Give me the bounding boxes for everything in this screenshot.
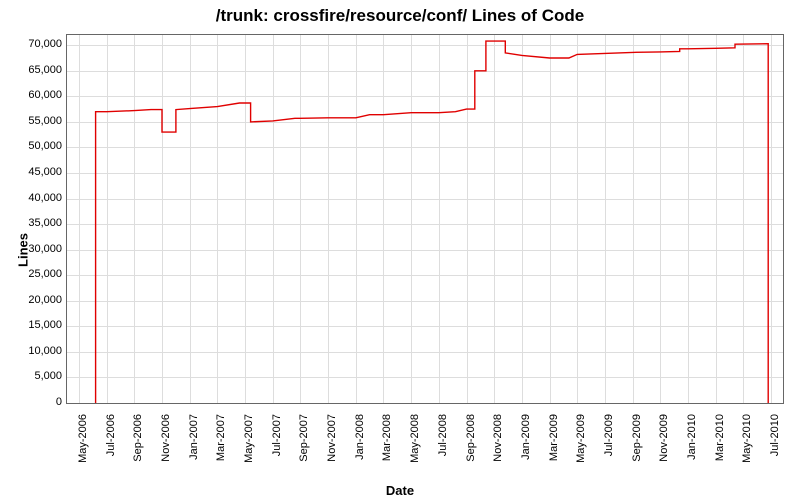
x-tick-label: Mar-2009 <box>548 414 560 461</box>
x-tick-label: May-2006 <box>77 414 89 463</box>
x-tick-label: Jan-2009 <box>520 414 532 460</box>
y-tick-label: 5,000 <box>7 370 62 382</box>
x-tick-label: Nov-2006 <box>160 414 172 462</box>
y-tick-label: 60,000 <box>7 89 62 101</box>
y-tick-label: 35,000 <box>7 217 62 229</box>
x-tick-label: Nov-2007 <box>326 414 338 462</box>
x-tick-label: Mar-2007 <box>215 414 227 461</box>
y-tick-label: 10,000 <box>7 345 62 357</box>
y-tick-label: 25,000 <box>7 268 62 280</box>
y-tick-label: 30,000 <box>7 243 62 255</box>
x-tick-label: Mar-2010 <box>714 414 726 461</box>
y-tick-label: 20,000 <box>7 294 62 306</box>
x-tick-label: May-2008 <box>409 414 421 463</box>
y-tick-label: 45,000 <box>7 166 62 178</box>
x-tick-label: Jan-2007 <box>188 414 200 460</box>
chart-title: /trunk: crossfire/resource/conf/ Lines o… <box>0 6 800 26</box>
x-tick-label: Jul-2009 <box>603 414 615 456</box>
x-tick-label: Sep-2009 <box>631 414 643 462</box>
x-tick-label: Sep-2007 <box>298 414 310 462</box>
plot-area <box>66 34 784 404</box>
x-tick-label: Sep-2008 <box>465 414 477 462</box>
x-tick-label: May-2009 <box>575 414 587 463</box>
x-tick-label: Jan-2010 <box>686 414 698 460</box>
x-axis-label: Date <box>0 483 800 498</box>
x-tick-label: Mar-2008 <box>381 414 393 461</box>
y-tick-label: 15,000 <box>7 319 62 331</box>
x-tick-label: Jul-2007 <box>271 414 283 456</box>
x-tick-label: May-2007 <box>243 414 255 463</box>
y-tick-label: 0 <box>7 396 62 408</box>
y-tick-label: 50,000 <box>7 140 62 152</box>
x-tick-label: Nov-2009 <box>658 414 670 462</box>
x-tick-label: Nov-2008 <box>492 414 504 462</box>
line-series <box>67 35 783 403</box>
y-tick-label: 55,000 <box>7 115 62 127</box>
y-tick-label: 70,000 <box>7 38 62 50</box>
x-tick-label: Jan-2008 <box>354 414 366 460</box>
x-tick-label: Jul-2006 <box>105 414 117 456</box>
x-tick-label: Jul-2010 <box>769 414 781 456</box>
y-tick-label: 40,000 <box>7 192 62 204</box>
chart-container: /trunk: crossfire/resource/conf/ Lines o… <box>0 0 800 500</box>
y-tick-label: 65,000 <box>7 64 62 76</box>
x-tick-label: May-2010 <box>741 414 753 463</box>
x-tick-label: Jul-2008 <box>437 414 449 456</box>
x-tick-label: Sep-2006 <box>132 414 144 462</box>
